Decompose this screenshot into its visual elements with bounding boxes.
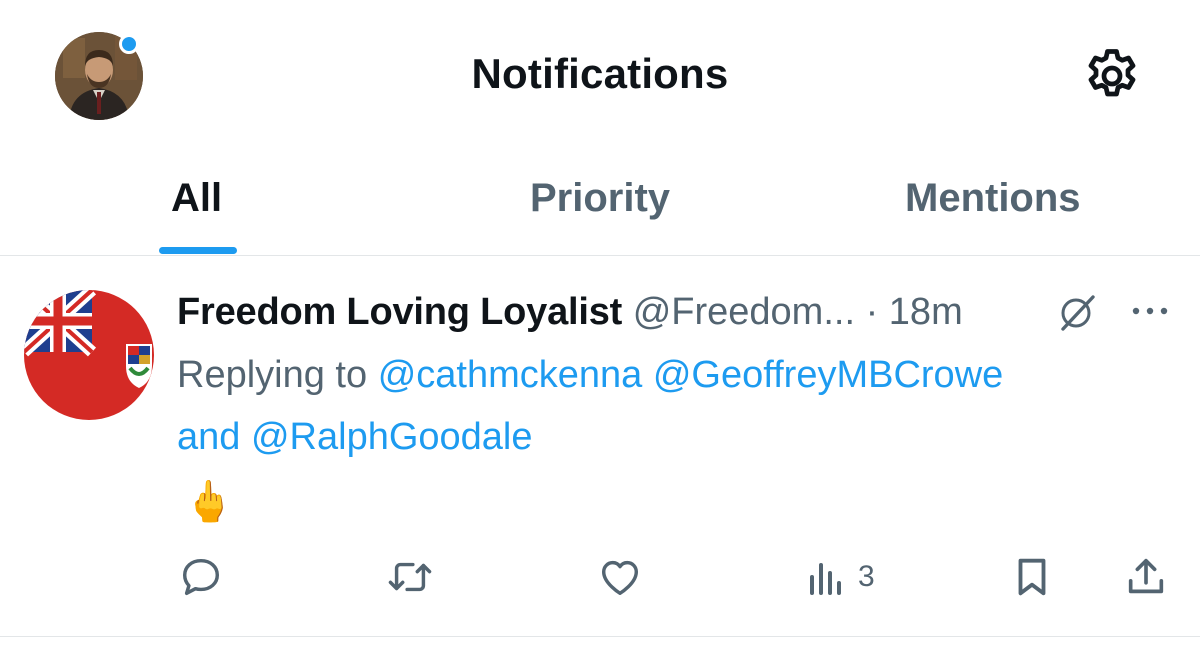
views-icon xyxy=(810,563,841,595)
mention-conjunction: and xyxy=(177,416,241,458)
tab-all[interactable]: All xyxy=(0,150,396,256)
divider xyxy=(0,255,1200,256)
settings-button[interactable] xyxy=(1082,46,1142,106)
tab-label: All xyxy=(171,176,223,220)
tab-mentions[interactable]: Mentions xyxy=(800,150,1200,256)
heart-icon xyxy=(601,560,639,596)
page-title: Notifications xyxy=(471,50,729,97)
tab-priority[interactable]: Priority xyxy=(400,150,800,256)
tweet-time[interactable]: 18m xyxy=(889,291,963,333)
share-button[interactable] xyxy=(1123,553,1169,601)
gear-icon xyxy=(1088,49,1136,97)
retweet-button[interactable] xyxy=(385,553,435,601)
author-avatar[interactable] xyxy=(24,290,154,420)
mention-link[interactable]: @RalphGoodale xyxy=(251,416,533,458)
tweet-content: 🖕 xyxy=(184,480,234,524)
tab-label: Mentions xyxy=(905,176,1081,220)
views-count: 3 xyxy=(858,560,875,593)
bookmark-icon xyxy=(1018,558,1046,596)
reply-icon xyxy=(182,558,220,596)
views-button[interactable]: 3 xyxy=(806,553,875,601)
red-ensign-flag-avatar xyxy=(24,290,154,420)
retweet-icon xyxy=(388,562,432,592)
mention-link[interactable]: @cathmckenna xyxy=(378,354,643,396)
divider xyxy=(0,636,1200,637)
author-name[interactable]: Freedom Loving Loyalist xyxy=(177,291,622,333)
separator: · xyxy=(865,291,879,333)
bookmark-button[interactable] xyxy=(1012,553,1052,601)
share-icon xyxy=(1128,558,1164,594)
notification-tabs: All Priority Mentions xyxy=(0,150,1200,256)
replying-to: Replying to @cathmckenna @GeoffreyMBCrow… xyxy=(177,344,1167,468)
tweet-header: Freedom Loving Loyalist @Freedom... · 18… xyxy=(177,284,963,340)
tab-label: Priority xyxy=(529,176,671,220)
author-handle[interactable]: @Freedom... xyxy=(633,291,855,333)
grok-icon xyxy=(1061,295,1095,331)
active-tab-indicator xyxy=(159,247,237,254)
more-icon xyxy=(1132,307,1168,315)
more-options-button[interactable] xyxy=(1129,300,1173,322)
reply-button[interactable] xyxy=(178,553,224,601)
replying-to-label: Replying to xyxy=(177,354,368,396)
like-button[interactable] xyxy=(597,553,643,601)
grok-button[interactable] xyxy=(1055,293,1101,333)
mention-link[interactable]: @GeoffreyMBCrowe xyxy=(653,354,1003,396)
